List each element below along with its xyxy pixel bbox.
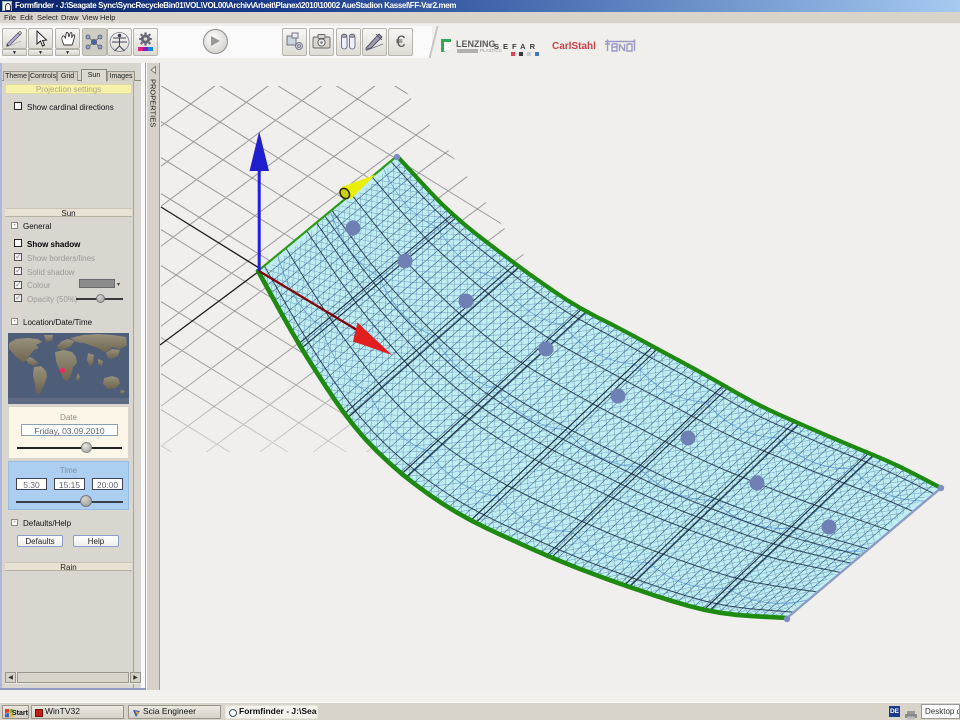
svg-text:PROPERTIES: PROPERTIES xyxy=(149,79,158,127)
